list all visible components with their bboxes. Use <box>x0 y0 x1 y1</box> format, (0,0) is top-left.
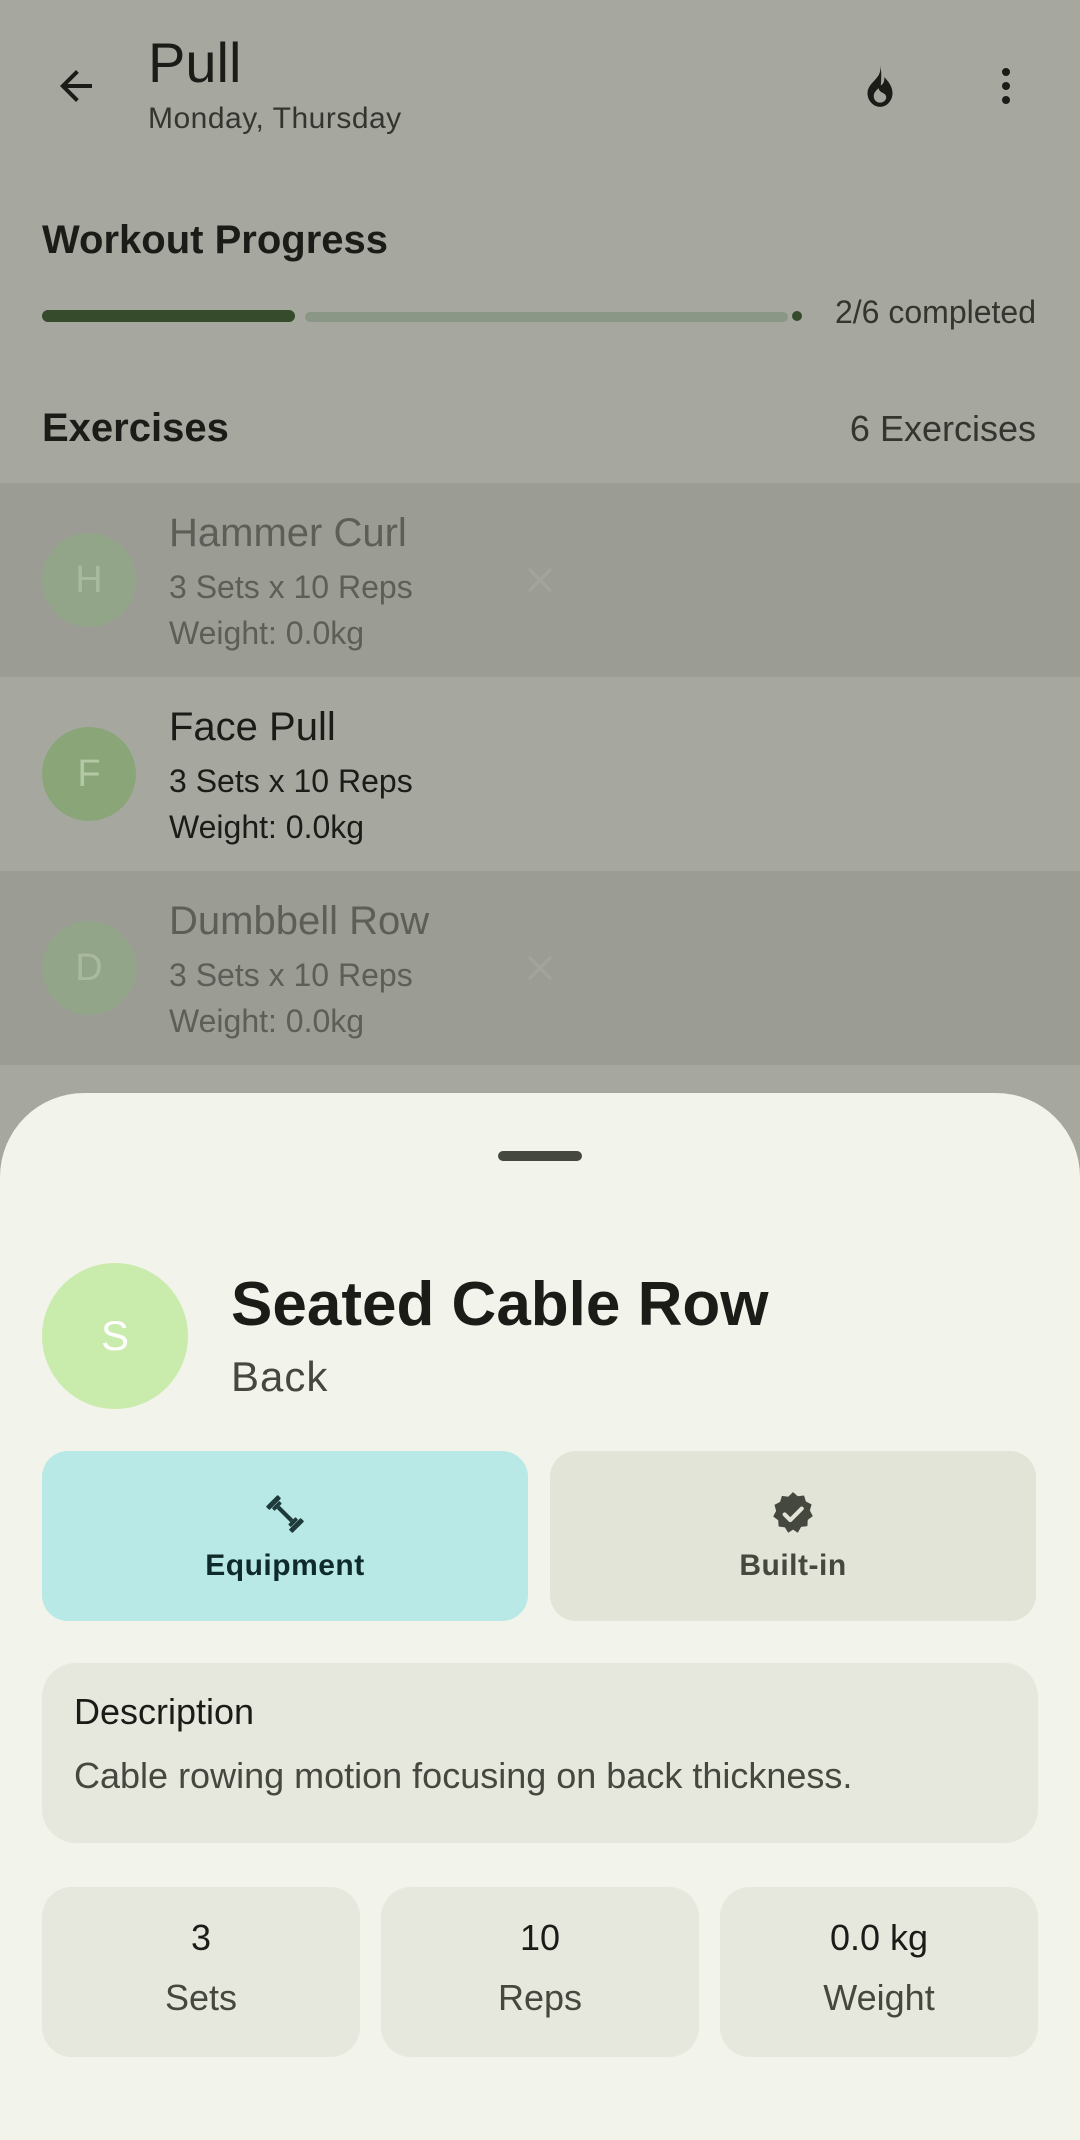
exercise-row[interactable]: D Dumbbell Row 3 Sets x 10 Reps Weight: … <box>0 871 1080 1065</box>
equipment-chip[interactable]: Equipment <box>42 1451 528 1621</box>
sets-stat-card: 3 Sets <box>42 1887 360 2057</box>
exercise-row[interactable]: F Face Pull 3 Sets x 10 Reps Weight: 0.0… <box>0 677 1080 871</box>
completed-check-icon <box>528 568 552 592</box>
top-app-bar: Pull Monday, Thursday <box>0 0 1080 170</box>
exercise-sets-reps: 3 Sets x 10 Reps <box>169 957 413 993</box>
exercise-name: Face Pull <box>169 705 336 749</box>
exercise-row[interactable]: H Hammer Curl 3 Sets x 10 Reps Weight: 0… <box>0 483 1080 677</box>
progress-bar-fill <box>42 310 295 322</box>
weight-label: Weight <box>823 1977 935 2018</box>
weight-value: 0.0 kg <box>829 1917 929 1958</box>
description-card: Description Cable rowing motion focusing… <box>42 1663 1038 1843</box>
sets-value: 3 <box>190 1917 212 1958</box>
progress-bar-end-dot <box>792 311 802 321</box>
exercise-detail-title: Seated Cable Row <box>231 1270 769 1339</box>
exercise-sets-reps: 3 Sets x 10 Reps <box>169 569 413 605</box>
reps-stat-card: 10 Reps <box>381 1887 699 2057</box>
arrow-back-icon <box>60 70 92 102</box>
dumbbell-icon <box>266 1495 304 1533</box>
exercise-weight: Weight: 0.0kg <box>169 809 365 845</box>
exercise-detail-avatar: S <box>42 1263 188 1409</box>
more-vert-icon <box>1002 68 1010 104</box>
exercises-count: 6 Exercises <box>849 408 1036 449</box>
exercise-name: Dumbbell Row <box>169 899 430 943</box>
equipment-chip-label: Equipment <box>205 1549 365 1582</box>
exercises-heading: Exercises <box>42 406 229 450</box>
page-subtitle: Monday, Thursday <box>148 102 402 135</box>
fire-icon <box>867 65 893 107</box>
reps-value: 10 <box>519 1917 561 1958</box>
exercise-name: Hammer Curl <box>169 511 407 555</box>
exercise-avatar: H <box>42 533 136 627</box>
built-in-chip[interactable]: Built-in <box>550 1451 1036 1621</box>
progress-label: 2/6 completed <box>834 294 1036 330</box>
description-text: Cable rowing motion focusing on back thi… <box>74 1755 853 1796</box>
drag-handle[interactable] <box>498 1151 582 1161</box>
sets-label: Sets <box>164 1977 238 2018</box>
progress-bar <box>42 310 802 322</box>
verified-icon <box>773 1492 813 1533</box>
reps-label: Reps <box>497 1977 583 2018</box>
back-button[interactable] <box>34 44 118 128</box>
exercise-sets-reps: 3 Sets x 10 Reps <box>169 763 413 799</box>
completed-check-icon <box>528 956 552 980</box>
exercise-detail-sheet: S Seated Cable Row Back Equipment Built-… <box>0 1093 1080 2140</box>
built-in-chip-label: Built-in <box>739 1549 847 1582</box>
page-title: Pull <box>148 31 242 94</box>
exercise-avatar: D <box>42 921 136 1015</box>
progress-bar-remaining <box>305 312 788 322</box>
overflow-menu-button[interactable] <box>964 44 1048 128</box>
description-title: Description <box>74 1691 255 1732</box>
weight-stat-card: 0.0 kg Weight <box>720 1887 1038 2057</box>
exercise-detail-category: Back <box>231 1353 329 1400</box>
streak-button[interactable] <box>838 44 922 128</box>
progress-heading: Workout Progress <box>42 218 388 262</box>
exercise-weight: Weight: 0.0kg <box>169 615 365 651</box>
exercise-avatar: F <box>42 727 136 821</box>
exercise-weight: Weight: 0.0kg <box>169 1003 365 1039</box>
